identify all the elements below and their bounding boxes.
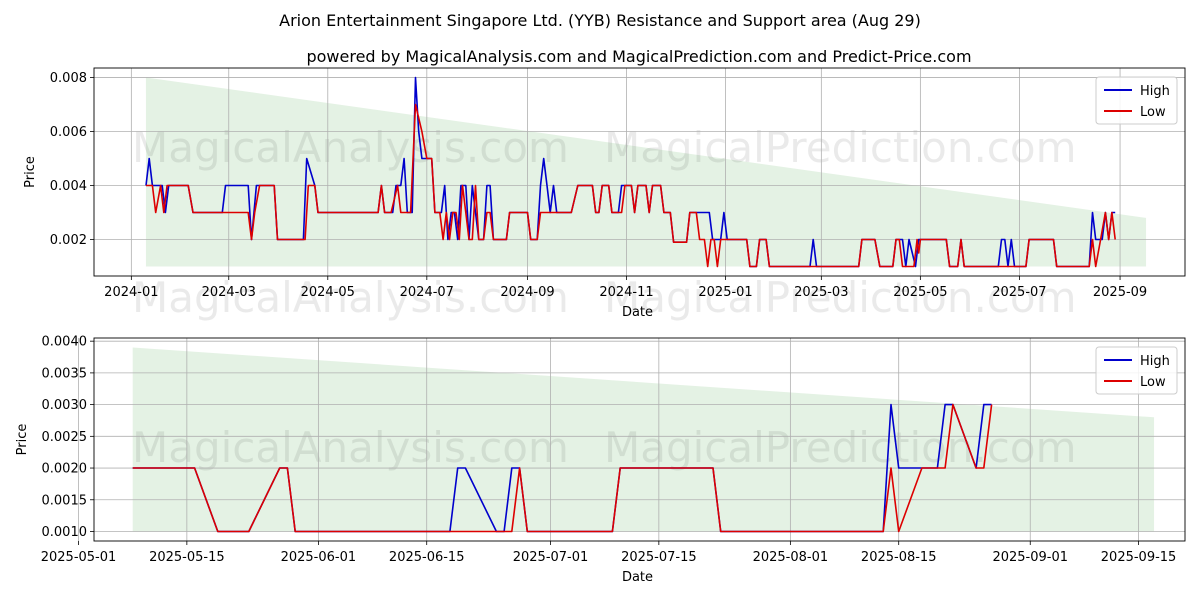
legend-label-high: High	[1140, 84, 1170, 99]
x-tick-label: 2024-07	[400, 285, 454, 300]
chart-figure: Arion Entertainment Singapore Ltd. (YYB)…	[15, 11, 1186, 585]
x-axis-label: Date	[622, 570, 653, 585]
y-tick-label: 0.0040	[42, 335, 88, 350]
x-tick-label: 2025-09-01	[992, 550, 1068, 565]
y-axis-label: Price	[15, 424, 30, 456]
y-tick-label: 0.002	[50, 233, 87, 248]
chart-title: Arion Entertainment Singapore Ltd. (YYB)…	[279, 11, 921, 30]
x-tick-label: 2025-07	[992, 285, 1046, 300]
x-tick-label: 2025-05-01	[41, 550, 117, 565]
y-tick-label: 0.008	[50, 71, 87, 86]
x-tick-label: 2025-06-15	[389, 550, 465, 565]
x-tick-label: 2024-09	[500, 285, 554, 300]
legend-label-low: Low	[1140, 105, 1166, 120]
y-tick-label: 0.0020	[42, 462, 88, 477]
y-tick-label: 0.0025	[42, 430, 88, 445]
x-tick-label: 2025-05-15	[149, 550, 225, 565]
x-tick-label: 2025-08-15	[861, 550, 937, 565]
y-tick-label: 0.006	[50, 125, 87, 140]
y-tick-label: 0.004	[50, 179, 87, 194]
x-tick-label: 2025-01	[698, 285, 752, 300]
support-resistance-band	[145, 77, 1147, 267]
y-tick-label: 0.0015	[42, 493, 88, 508]
legend-label-high: High	[1140, 354, 1170, 369]
x-tick-label: 2025-05	[893, 285, 947, 300]
x-tick-label: 2025-06-01	[281, 550, 357, 565]
chart-subtitle: powered by MagicalAnalysis.com and Magic…	[306, 47, 971, 66]
y-axis-label: Price	[23, 156, 38, 188]
x-tick-label: 2024-03	[202, 285, 256, 300]
y-tick-label: 0.0010	[42, 525, 88, 540]
x-tick-label: 2025-07-15	[621, 550, 697, 565]
watermark-text: MagicalPrediction.com	[604, 123, 1077, 172]
y-tick-label: 0.0030	[42, 398, 88, 413]
watermark-text: MagicalAnalysis.com	[132, 423, 569, 472]
y-tick-label: 0.0035	[42, 366, 88, 381]
x-tick-label: 2024-11	[599, 285, 653, 300]
x-tick-label: 2025-09-15	[1101, 550, 1177, 565]
x-axis-label: Date	[622, 305, 653, 320]
x-tick-label: 2024-01	[104, 285, 158, 300]
x-tick-label: 2025-03	[794, 285, 848, 300]
top-chart-panel: MagicalAnalysis.com MagicalPrediction.com…	[23, 67, 1186, 322]
x-tick-label: 2025-08-01	[753, 550, 829, 565]
x-tick-label: 2025-07-01	[513, 550, 589, 565]
legend-label-low: Low	[1140, 375, 1166, 390]
x-tick-label: 2024-05	[301, 285, 355, 300]
x-tick-label: 2025-09	[1093, 285, 1147, 300]
watermark-text: MagicalPrediction.com	[604, 423, 1077, 472]
bottom-chart-panel: MagicalAnalysis.com MagicalPrediction.com…	[15, 335, 1186, 585]
watermark-text: MagicalAnalysis.com	[132, 123, 569, 172]
